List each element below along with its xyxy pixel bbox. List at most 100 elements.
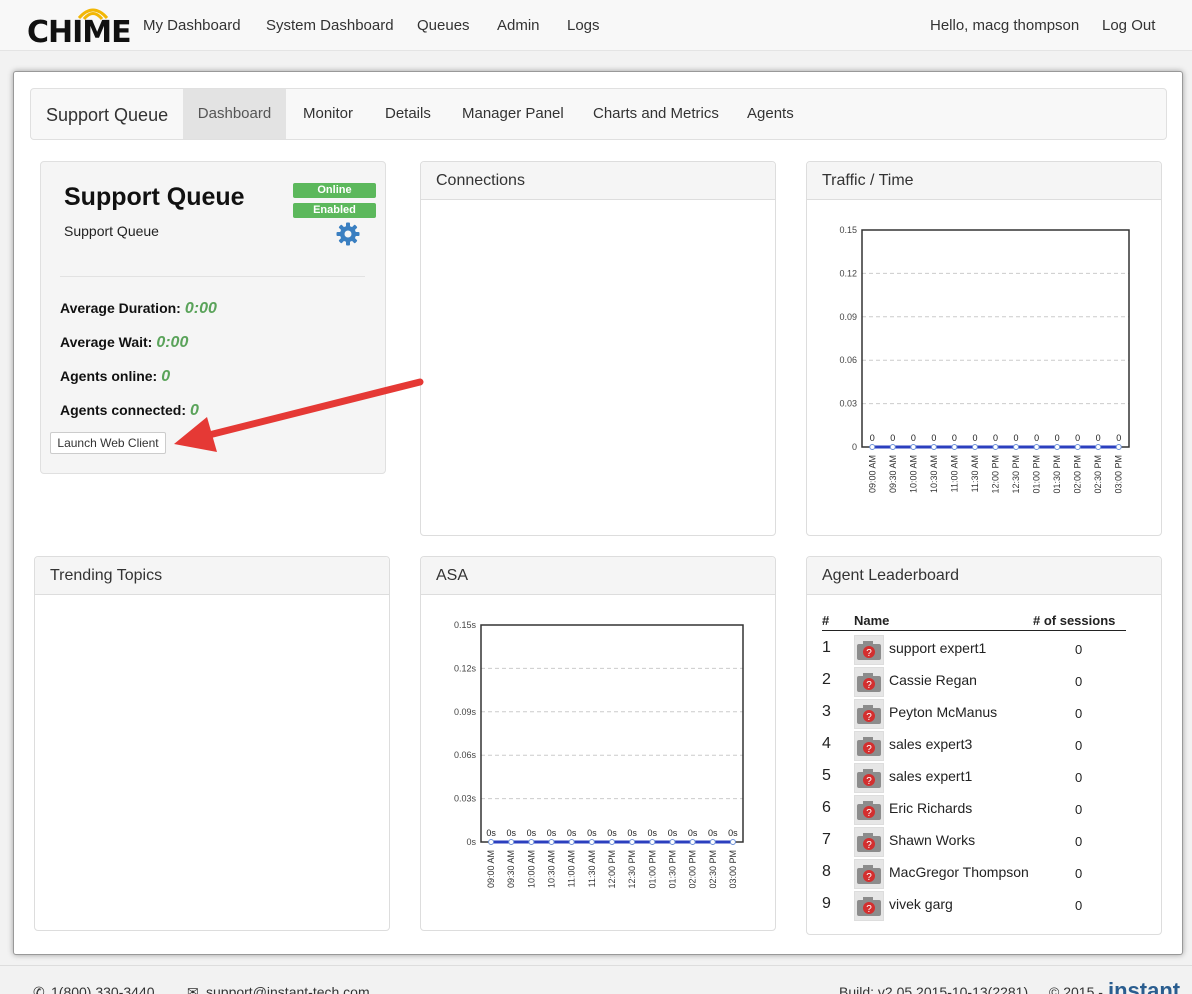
- leaderboard-row: 5? sales expert1 0: [807, 761, 1161, 793]
- nav-logs[interactable]: Logs: [567, 17, 600, 34]
- col-header-rank: #: [822, 613, 830, 628]
- agent-avatar-icon[interactable]: ?: [854, 827, 884, 857]
- main-panel: Support Queue Dashboard Monitor Details …: [13, 71, 1183, 955]
- agent-name[interactable]: sales expert1: [889, 768, 972, 784]
- x-tick-label: 02:30 PM: [708, 850, 718, 889]
- x-tick-label: 12:30 PM: [1011, 455, 1021, 494]
- leaderboard-row: 8? MacGregor Thompson 0: [807, 857, 1161, 889]
- data-point: [508, 839, 515, 845]
- nav-admin[interactable]: Admin: [497, 17, 540, 34]
- agent-name[interactable]: support expert1: [889, 640, 986, 656]
- tab-agents[interactable]: Agents: [747, 89, 794, 139]
- data-point: [528, 839, 535, 845]
- svg-text:?: ?: [866, 840, 872, 851]
- data-point: [1033, 444, 1040, 450]
- agent-name[interactable]: Peyton McManus: [889, 704, 997, 720]
- agent-avatar-icon[interactable]: ?: [854, 891, 884, 921]
- agent-rank: 8: [822, 863, 831, 880]
- agent-avatar-icon[interactable]: ?: [854, 731, 884, 761]
- agent-sessions: 0: [1075, 642, 1083, 657]
- x-tick-label: 09:00 AM: [867, 455, 877, 493]
- tab-monitor[interactable]: Monitor: [303, 89, 353, 139]
- tab-charts-and-metrics[interactable]: Charts and Metrics: [593, 89, 719, 139]
- x-tick-label: 03:00 PM: [1114, 455, 1124, 494]
- x-tick-label: 12:00 PM: [991, 455, 1001, 494]
- data-point: [729, 839, 736, 845]
- agent-name[interactable]: Shawn Works: [889, 832, 975, 848]
- agent-avatar-icon[interactable]: ?: [854, 859, 884, 889]
- data-point: [1074, 444, 1081, 450]
- svg-text:?: ?: [866, 744, 872, 755]
- data-label: 0: [993, 433, 998, 443]
- agent-name[interactable]: sales expert3: [889, 736, 972, 752]
- col-header-sessions: # of sessions: [1033, 613, 1116, 628]
- data-label: 0: [911, 433, 916, 443]
- agent-rank: 5: [822, 767, 831, 784]
- stat-label: Agents online:: [60, 368, 158, 384]
- agent-sessions: 0: [1075, 834, 1083, 849]
- agent-avatar-icon[interactable]: ?: [854, 763, 884, 793]
- stat-value: 0:00: [156, 334, 189, 351]
- data-label: 0s: [527, 828, 537, 838]
- agent-avatar-icon[interactable]: ?: [854, 699, 884, 729]
- agent-name[interactable]: Cassie Regan: [889, 672, 977, 688]
- tab-details[interactable]: Details: [385, 89, 431, 139]
- agent-rank: 9: [822, 895, 831, 912]
- svg-text:?: ?: [866, 808, 872, 819]
- data-point: [669, 839, 676, 845]
- panel-header: Traffic / Time: [807, 162, 1161, 200]
- svg-text:?: ?: [866, 904, 872, 915]
- stat-agents-online: Agents online: 0: [60, 368, 170, 386]
- queue-brand[interactable]: Support Queue: [46, 105, 168, 126]
- y-tick-label: 0: [852, 442, 857, 452]
- agent-avatar-icon[interactable]: ?: [854, 635, 884, 665]
- data-label: 0: [890, 433, 895, 443]
- support-phone: 1(800) 330-3440: [51, 984, 155, 994]
- stat-value: 0:00: [184, 300, 217, 317]
- data-label: 0: [952, 433, 957, 443]
- nav-queues[interactable]: Queues: [417, 17, 470, 34]
- logout-link[interactable]: Log Out: [1102, 17, 1155, 34]
- copyright: © 2015 -: [1049, 984, 1103, 994]
- stat-label: Average Wait:: [60, 334, 153, 350]
- stat-average-wait: Average Wait: 0:00: [60, 334, 188, 352]
- svg-text:?: ?: [866, 712, 872, 723]
- agent-name[interactable]: Eric Richards: [889, 800, 972, 816]
- nav-system-dashboard[interactable]: System Dashboard: [266, 17, 394, 34]
- svg-text:?: ?: [866, 680, 872, 691]
- agent-name[interactable]: vivek garg: [889, 896, 953, 912]
- data-point: [1054, 444, 1061, 450]
- chime-logo[interactable]: CHIME: [27, 4, 132, 50]
- x-tick-label: 11:30 AM: [970, 455, 980, 492]
- instant-logo[interactable]: instant: [1108, 978, 1180, 994]
- agent-rank: 1: [822, 639, 831, 656]
- stat-label: Agents connected:: [60, 402, 187, 418]
- launch-web-client-button[interactable]: Launch Web Client: [50, 432, 166, 454]
- data-point: [1115, 444, 1122, 450]
- data-point: [609, 839, 615, 845]
- y-tick-label: 0.03s: [454, 794, 477, 804]
- logo-text: CHIME: [27, 15, 132, 50]
- svg-text:?: ?: [866, 648, 872, 659]
- trending-topics-panel: Trending Topics: [34, 556, 390, 931]
- user-greeting[interactable]: Hello, macg thompson: [930, 17, 1079, 34]
- y-tick-label: 0s: [466, 837, 476, 847]
- data-label: 0: [1096, 433, 1101, 443]
- agent-avatar-icon[interactable]: ?: [854, 667, 884, 697]
- tab-manager-panel[interactable]: Manager Panel: [462, 89, 564, 139]
- footer: ✆ 1(800) 330-3440 ✉ support@instant-tech…: [0, 965, 1192, 994]
- data-label: 0s: [728, 828, 738, 838]
- data-label: 0s: [708, 828, 718, 838]
- support-email[interactable]: support@instant-tech.com: [206, 984, 370, 994]
- tab-dashboard[interactable]: Dashboard: [183, 89, 286, 139]
- svg-text:?: ?: [866, 776, 872, 787]
- agent-avatar-icon[interactable]: ?: [854, 795, 884, 825]
- gear-icon[interactable]: [336, 222, 360, 246]
- asa-panel: ASA 0s 0.03s 0.06s 0.09s 0.12s 0.15s 0s 09:00 A…: [420, 556, 776, 931]
- data-point: [689, 839, 696, 845]
- data-point: [709, 839, 716, 845]
- nav-my-dashboard[interactable]: My Dashboard: [143, 17, 241, 34]
- agent-name[interactable]: MacGregor Thompson: [889, 864, 1029, 880]
- data-point: [1013, 444, 1020, 450]
- leaderboard-row: 7? Shawn Works 0: [807, 825, 1161, 857]
